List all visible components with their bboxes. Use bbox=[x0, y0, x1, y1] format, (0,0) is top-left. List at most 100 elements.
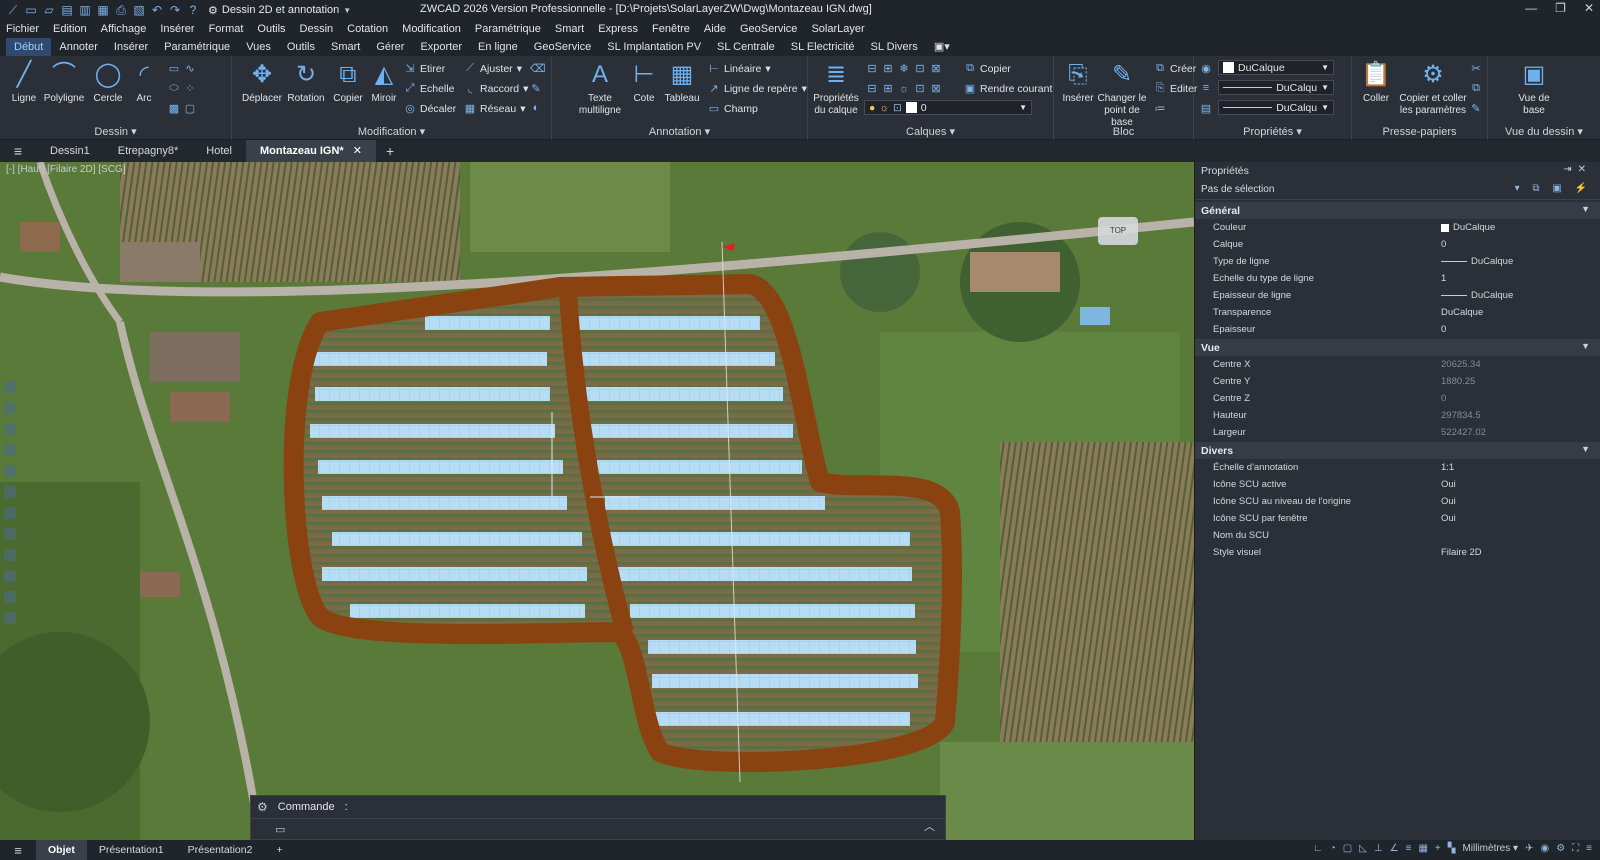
tab-gerer[interactable]: Gérer bbox=[368, 38, 412, 56]
nav-tool-icon[interactable] bbox=[4, 507, 16, 519]
doc-tab-etrepagny8[interactable]: Etrepagny8* bbox=[104, 140, 193, 162]
solar-panel-row[interactable] bbox=[605, 496, 825, 510]
paste-button[interactable]: 📋 Coller bbox=[1352, 60, 1400, 105]
chevron-up-icon[interactable]: ︿ bbox=[924, 818, 935, 834]
prop-row[interactable]: Echelle du type de ligne 1 bbox=[1195, 270, 1600, 287]
layer-copy-button[interactable]: ⧉ Copier bbox=[964, 62, 1011, 75]
ribbon-options-icon[interactable]: ▣▾ bbox=[926, 38, 958, 56]
tab-outils[interactable]: Outils bbox=[279, 38, 323, 56]
add-layout-button[interactable]: + bbox=[264, 840, 294, 860]
doc-tab-dessin1[interactable]: Dessin1 bbox=[36, 140, 104, 162]
menu-affichage[interactable]: Affichage bbox=[101, 23, 147, 35]
menu-geoservice[interactable]: GeoService bbox=[740, 23, 797, 35]
app-logo-icon[interactable]: ⟋ bbox=[6, 3, 20, 17]
panel-modification-title[interactable]: Modification ▾ bbox=[232, 125, 551, 138]
menu-icon[interactable]: ≡ bbox=[0, 143, 36, 159]
menu-aide[interactable]: Aide bbox=[704, 23, 726, 35]
solar-panel-row[interactable] bbox=[332, 532, 582, 546]
nav-tool-icon[interactable] bbox=[4, 444, 16, 456]
ucs-icon[interactable]: ∟ bbox=[1313, 843, 1323, 854]
layer-properties-button[interactable]: ≣ Propriétés du calque bbox=[808, 60, 864, 117]
solar-panel-row[interactable] bbox=[578, 387, 783, 401]
tab-annoter[interactable]: Annoter bbox=[51, 38, 106, 56]
settings-icon[interactable]: ⚙ bbox=[1556, 843, 1565, 854]
minimize-button[interactable]: — bbox=[1525, 1, 1537, 15]
solar-panel-row[interactable] bbox=[597, 460, 802, 474]
panel-vue-dessin-title[interactable]: Vue du dessin ▾ bbox=[1488, 125, 1600, 138]
tab-vues[interactable]: Vues bbox=[238, 38, 279, 56]
menu-smart[interactable]: Smart bbox=[555, 23, 584, 35]
dyn-icon[interactable]: + bbox=[1435, 843, 1441, 854]
edit-block-button[interactable]: ⎘ Editer bbox=[1154, 82, 1198, 95]
field-button[interactable]: ▭ Champ bbox=[708, 102, 758, 116]
prop-row[interactable]: Epaisseur 0 bbox=[1195, 321, 1600, 338]
nav-tool-icon[interactable] bbox=[4, 549, 16, 561]
layer-unlock-icon[interactable]: ⊡ bbox=[914, 82, 926, 95]
base-view-button[interactable]: ▣ Vue de base bbox=[1510, 60, 1558, 117]
tab-parametrique[interactable]: Paramétrique bbox=[156, 38, 238, 56]
save-as-icon[interactable]: ▥ bbox=[78, 3, 92, 17]
layer-freeze-icon[interactable]: ❄ bbox=[898, 62, 910, 75]
prop-row[interactable]: Nom du SCU bbox=[1195, 527, 1600, 544]
linetype-icon[interactable]: ≡ bbox=[1200, 82, 1212, 94]
category-general[interactable]: Général ▼ bbox=[1195, 202, 1600, 219]
menu-edition[interactable]: Edition bbox=[53, 23, 87, 35]
category-divers[interactable]: Divers ▼ bbox=[1195, 442, 1600, 459]
grid-icon[interactable]: ▦ bbox=[1418, 843, 1427, 854]
menu-fenetre[interactable]: Fenêtre bbox=[652, 23, 690, 35]
layer-thaw-icon[interactable]: ☼ bbox=[898, 83, 910, 95]
menu-outils[interactable]: Outils bbox=[257, 23, 285, 35]
solar-panel-row[interactable] bbox=[322, 496, 567, 510]
erase-button[interactable]: ⌫ bbox=[530, 62, 546, 75]
leader-button[interactable]: ↗ Ligne de repère ▾ bbox=[708, 82, 806, 96]
nav-tool-icon[interactable] bbox=[4, 486, 16, 498]
print-icon[interactable]: ⎙ bbox=[114, 3, 128, 17]
selection-dropdown[interactable]: Pas de sélection ▾ ⧉ ▣ ⚡ bbox=[1195, 180, 1600, 200]
doc-tab-hotel[interactable]: Hotel bbox=[192, 140, 246, 162]
rotate-button[interactable]: ↻ Rotation bbox=[282, 60, 330, 105]
mirror-button[interactable]: ◭ Miroir bbox=[360, 60, 408, 105]
osnap-icon[interactable]: ⊥ bbox=[1374, 843, 1383, 854]
panel-annotation-title[interactable]: Annotation ▾ bbox=[552, 125, 807, 138]
layer-match-icon[interactable]: ⊠ bbox=[930, 62, 942, 75]
prop-row[interactable]: Échelle d'annotation 1:1 bbox=[1195, 459, 1600, 476]
tab-sl-electricite[interactable]: SL Electricité bbox=[783, 38, 863, 56]
menu-parametrique[interactable]: Paramétrique bbox=[475, 23, 541, 35]
explode-button[interactable]: ✎ bbox=[530, 82, 542, 95]
menu-fichier[interactable]: Fichier bbox=[6, 23, 39, 35]
menu-cotation[interactable]: Cotation bbox=[347, 23, 388, 35]
prop-row[interactable]: Epaisseur de ligne DuCalque bbox=[1195, 287, 1600, 304]
cut-icon[interactable]: ✂ bbox=[1470, 62, 1482, 75]
menu-format[interactable]: Format bbox=[209, 23, 244, 35]
solar-panel-row[interactable] bbox=[648, 640, 916, 654]
solar-panel-row[interactable] bbox=[350, 604, 585, 618]
menu-dessin[interactable]: Dessin bbox=[300, 23, 334, 35]
nav-tool-icon[interactable] bbox=[4, 381, 16, 393]
tab-en-ligne[interactable]: En ligne bbox=[470, 38, 526, 56]
scale-button[interactable]: ⤢ Echelle bbox=[404, 82, 455, 95]
layer-isolate-icon[interactable]: ⊞ bbox=[882, 62, 894, 75]
move-button[interactable]: ✥ Déplacer bbox=[238, 60, 286, 105]
snap-icon[interactable]: ▢ bbox=[1343, 843, 1352, 854]
category-vue[interactable]: Vue ▼ bbox=[1195, 339, 1600, 356]
menu-express[interactable]: Express bbox=[598, 23, 638, 35]
nav-tool-icon[interactable] bbox=[4, 465, 16, 477]
match-prop-icon[interactable]: ✎ bbox=[1470, 102, 1482, 115]
join-button[interactable]: ◐ bbox=[530, 102, 542, 114]
close-icon[interactable]: ✕ bbox=[353, 145, 362, 157]
nav-tool-icon[interactable] bbox=[4, 402, 16, 414]
panel-bloc-title[interactable]: Bloc bbox=[1054, 126, 1193, 138]
stretch-button[interactable]: ⇲ Etirer bbox=[404, 62, 445, 76]
panel-calques-title[interactable]: Calques ▾ bbox=[808, 125, 1053, 138]
prop-row[interactable]: Type de ligne DuCalque bbox=[1195, 253, 1600, 270]
block-attribute-button[interactable]: ≔ bbox=[1154, 102, 1166, 115]
menu-modification[interactable]: Modification bbox=[402, 23, 461, 35]
prop-row[interactable]: Icône SCU par fenêtre Oui bbox=[1195, 510, 1600, 527]
create-block-button[interactable]: ⧉ Créer bbox=[1154, 62, 1196, 75]
solar-panel-row[interactable] bbox=[655, 712, 910, 726]
prop-row[interactable]: Icône SCU active Oui bbox=[1195, 476, 1600, 493]
customize-icon[interactable]: ≡ bbox=[1586, 843, 1592, 854]
prop-row[interactable]: Calque 0 bbox=[1195, 236, 1600, 253]
menu-icon[interactable]: ≡ bbox=[0, 843, 36, 858]
copy-paste-settings-button[interactable]: ⚙ Copier et coller les paramètres bbox=[1394, 60, 1472, 117]
